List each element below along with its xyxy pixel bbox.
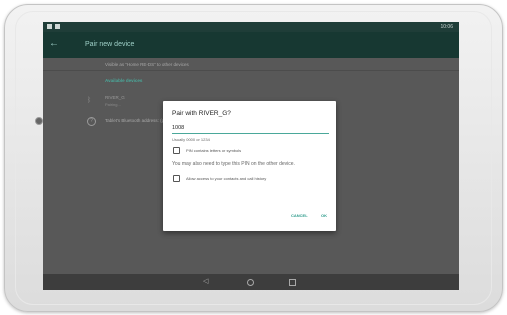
ok-button[interactable]: OK [321, 213, 327, 218]
nav-home-icon[interactable] [247, 279, 254, 286]
pin-input[interactable] [172, 122, 329, 134]
notification-icon [47, 24, 52, 29]
pin-note: You may also need to type this PIN on th… [172, 161, 295, 167]
nav-back-icon[interactable]: ◁ [203, 277, 208, 285]
visible-as-row: Visible as “Home RE-DS” to other devices [43, 58, 459, 71]
status-time: 10:06 [440, 24, 453, 30]
navigation-bar: ◁ [43, 274, 459, 290]
pin-hint: Usually 0000 or 1234 [172, 137, 210, 142]
notification-icon [55, 24, 60, 29]
contacts-access-label: Allow access to your contacts and call h… [186, 175, 267, 181]
app-bar: ← Pair new device [43, 32, 459, 58]
back-arrow-icon[interactable]: ← [49, 38, 59, 49]
device-name: RIVER_G [105, 95, 125, 100]
dialog-title: Pair with RIVER_G? [172, 110, 231, 117]
pin-letters-label: PIN contains letters or symbols [186, 147, 242, 153]
pin-letters-checkbox-row[interactable]: PIN contains letters or symbols [172, 146, 332, 154]
notification-icons [47, 24, 63, 31]
cancel-button[interactable]: CANCEL [291, 213, 308, 218]
pin-letters-checkbox[interactable] [173, 147, 180, 154]
contacts-access-checkbox[interactable] [173, 175, 180, 182]
pairing-dialog: Pair with RIVER_G? Usually 0000 or 1234 … [163, 101, 336, 231]
device-status: Pairing... [105, 102, 121, 107]
nav-recents-icon[interactable] [289, 279, 296, 286]
screen: 10:06 ← Pair new device Visible as “Home… [43, 22, 459, 290]
available-devices-header: Available devices [105, 78, 143, 83]
bluetooth-device-icon: ᛒ [87, 97, 92, 104]
status-bar: 10:06 [43, 22, 459, 32]
help-icon: ? [87, 117, 96, 126]
visible-as-text: Visible as “Home RE-DS” to other devices [105, 62, 189, 67]
contacts-checkbox-row[interactable]: Allow access to your contacts and call h… [172, 174, 332, 182]
camera-icon [35, 117, 43, 125]
page-title: Pair new device [85, 41, 135, 48]
